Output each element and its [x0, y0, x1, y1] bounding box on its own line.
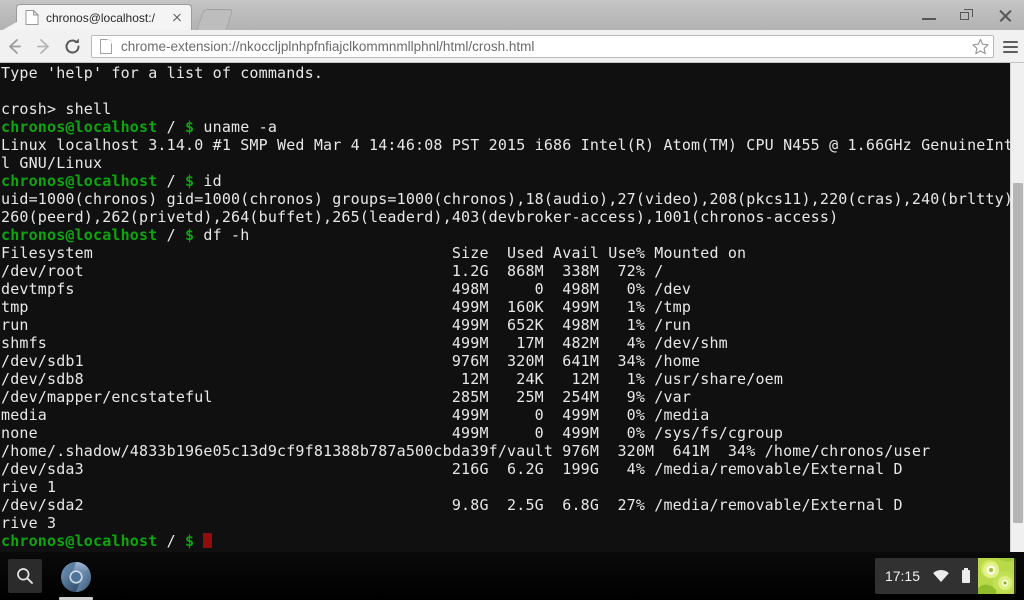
vertical-scrollbar[interactable]: [1010, 63, 1024, 552]
terminal-text: /dev/mapper/encstateful 285M 25M 254M 9%…: [1, 388, 692, 406]
terminal-text: /: [157, 532, 186, 550]
close-icon[interactable]: [169, 10, 185, 26]
terminal-cursor: [203, 533, 213, 548]
terminal-line: run 499M 652K 498M 1% /run: [1, 316, 1010, 334]
minimize-icon[interactable]: [910, 0, 948, 30]
terminal-text: 260(peerd),262(privetd),264(buffet),265(…: [1, 208, 839, 226]
terminal-line: 260(peerd),262(privetd),264(buffet),265(…: [1, 208, 1010, 226]
star-icon[interactable]: [969, 35, 993, 58]
terminal-prompt: $: [185, 532, 195, 550]
terminal-line: /dev/sdb8 12M 24K 12M 1% /usr/share/oem: [1, 370, 1010, 388]
browser-toolbar: chrome-extension://nkoccljplnhpfnfiajclk…: [0, 30, 1024, 63]
forward-arrow-icon[interactable]: [29, 32, 58, 61]
terminal-line: /dev/root 1.2G 868M 338M 72% /: [1, 262, 1010, 280]
terminal-text: /home/.shadow/4833b196e05c13d9cf9f81388b…: [1, 442, 931, 460]
terminal-text: devtmpfs 498M 0 498M 0% /dev: [1, 280, 692, 298]
terminal-line: rive 1: [1, 478, 1010, 496]
terminal-line: /dev/sda2 9.8G 2.5G 6.8G 27% /media/remo…: [1, 496, 1010, 514]
terminal-line: media 499M 0 499M 0% /media: [1, 406, 1010, 424]
terminal-line: /dev/sda3 216G 6.2G 199G 4% /media/remov…: [1, 460, 1010, 478]
terminal-line: Linux localhost 3.14.0 #1 SMP Wed Mar 4 …: [1, 136, 1010, 154]
tab-title: chronos@localhost:/: [46, 10, 155, 25]
terminal-text: run 499M 652K 498M 1% /run: [1, 316, 692, 334]
terminal-line: rive 3: [1, 514, 1010, 532]
terminal-line: /home/.shadow/4833b196e05c13d9cf9f81388b…: [1, 442, 1010, 460]
terminal-line: uid=1000(chronos) gid=1000(chronos) grou…: [1, 190, 1010, 208]
terminal-text: shmfs 499M 17M 482M 4% /dev/shm: [1, 334, 728, 352]
terminal-prompt: chronos@localhost: [1, 172, 158, 190]
terminal-text: Filesystem Size Used Avail Use% Mounted …: [1, 244, 747, 262]
chromium-icon[interactable]: [60, 561, 92, 593]
tab-crosh[interactable]: chronos@localhost:/: [16, 4, 192, 30]
terminal-line: shmfs 499M 17M 482M 4% /dev/shm: [1, 334, 1010, 352]
terminal-text: Linux localhost 3.14.0 #1 SMP Wed Mar 4 …: [1, 136, 1010, 154]
terminal-text: df -h: [194, 226, 250, 244]
reload-icon[interactable]: [58, 32, 87, 61]
terminal-prompt: $: [185, 172, 195, 190]
terminal-text: uid=1000(chronos) gid=1000(chronos) grou…: [1, 190, 1010, 208]
scrollbar-thumb[interactable]: [1013, 183, 1023, 523]
terminal-text: uname -a: [194, 118, 278, 136]
terminal-text: l GNU/Linux: [1, 154, 103, 172]
terminal-text: /dev/sda3 216G 6.2G 199G 4% /media/remov…: [1, 460, 903, 478]
terminal-text: id: [194, 172, 222, 190]
search-icon[interactable]: [8, 559, 42, 593]
terminal-text: rive 1: [1, 478, 57, 496]
close-icon[interactable]: [986, 0, 1024, 30]
terminal-text: media 499M 0 499M 0% /media: [1, 406, 710, 424]
window-controls: [910, 0, 1024, 30]
terminal-line: /dev/mapper/encstateful 285M 25M 254M 9%…: [1, 388, 1010, 406]
terminal-prompt: chronos@localhost: [1, 226, 158, 244]
terminal-text: Type 'help' for a list of commands.: [1, 64, 324, 82]
terminal-output: Type 'help' for a list of commands. cros…: [0, 63, 1010, 552]
wifi-icon: [931, 567, 951, 585]
terminal-prompt: $: [185, 226, 195, 244]
terminal-prompt: chronos@localhost: [1, 118, 158, 136]
hamburger-menu-icon[interactable]: [996, 32, 1024, 61]
terminal-line: chronos@localhost / $ uname -a: [1, 118, 1010, 136]
terminal-prompt: $: [185, 118, 195, 136]
terminal-text: rive 3: [1, 514, 57, 532]
terminal-text: /: [157, 172, 186, 190]
terminal-line: chronos@localhost / $: [1, 532, 1010, 550]
tab-strip: chronos@localhost:/: [0, 0, 1024, 30]
new-tab-icon[interactable]: [196, 9, 234, 30]
page-icon: [25, 9, 40, 25]
terminal-text: tmp 499M 160K 499M 1% /tmp: [1, 298, 692, 316]
terminal-line: crosh> shell: [1, 100, 1010, 118]
terminal-text: crosh> shell: [1, 100, 112, 118]
terminal-text: /dev/root 1.2G 868M 338M 72% /: [1, 262, 664, 280]
terminal-line: chronos@localhost / $ df -h: [1, 226, 1010, 244]
terminal-text: /: [157, 118, 186, 136]
terminal-line: chronos@localhost / $ id: [1, 172, 1010, 190]
terminal-line: Filesystem Size Used Avail Use% Mounted …: [1, 244, 1010, 262]
terminal-text: none 499M 0 499M 0% /sys/fs/cgroup: [1, 424, 784, 442]
terminal-prompt: chronos@localhost: [1, 532, 158, 550]
chromeos-desktop: chronos@localhost:/ chrome-extension://n…: [0, 0, 1024, 600]
terminal-text: /dev/sdb1 976M 320M 641M 34% /home: [1, 352, 701, 370]
address-bar[interactable]: chrome-extension://nkoccljplnhpfnfiajclk…: [91, 34, 994, 58]
terminal-line: l GNU/Linux: [1, 154, 1010, 172]
terminal-line: none 499M 0 499M 0% /sys/fs/cgroup: [1, 424, 1010, 442]
terminal-text: /: [157, 226, 186, 244]
back-arrow-icon[interactable]: [0, 32, 29, 61]
terminal-text: /dev/sdb8 12M 24K 12M 1% /usr/share/oem: [1, 370, 784, 388]
battery-icon: [960, 567, 972, 585]
terminal-text: /dev/sda2 9.8G 2.5G 6.8G 27% /media/remo…: [1, 496, 903, 514]
browser-window: chronos@localhost:/ chrome-extension://n…: [0, 0, 1024, 552]
clock: 17:15: [884, 568, 920, 584]
url-text: chrome-extension://nkoccljplnhpfnfiajclk…: [121, 38, 535, 54]
chromeos-shelf: 17:15: [0, 552, 1024, 600]
status-tray[interactable]: 17:15: [874, 558, 1016, 594]
terminal-line: devtmpfs 498M 0 498M 0% /dev: [1, 280, 1010, 298]
terminal-line: Type 'help' for a list of commands.: [1, 64, 1010, 82]
page-icon: [100, 38, 114, 54]
terminal-line: tmp 499M 160K 499M 1% /tmp: [1, 298, 1010, 316]
kiwi-avatar-icon[interactable]: [978, 558, 1014, 594]
terminal-line: /dev/sdb1 976M 320M 641M 34% /home: [1, 352, 1010, 370]
restore-icon[interactable]: [948, 0, 986, 30]
crosh-terminal[interactable]: Type 'help' for a list of commands. cros…: [0, 63, 1024, 552]
